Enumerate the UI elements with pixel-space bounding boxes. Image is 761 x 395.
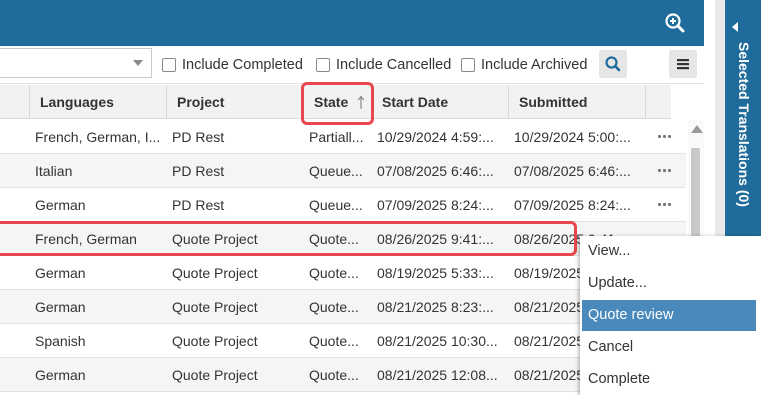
include-cancelled-checkbox[interactable]: Include Cancelled <box>316 57 451 73</box>
menu-item-quote-review[interactable]: Quote review <box>582 300 756 331</box>
header-cell-actions <box>646 85 671 119</box>
menu-item-update[interactable]: Update... <box>582 268 756 299</box>
sort-ascending-icon <box>357 95 365 109</box>
table-row[interactable]: French, German, I... PD Rest Partiall...… <box>0 120 686 154</box>
include-cancelled-label: Include Cancelled <box>336 57 452 73</box>
cell-project: Quote Project <box>172 367 258 383</box>
cell-state: Quote... <box>309 231 359 247</box>
cell-project: Quote Project <box>172 265 258 281</box>
cell-languages: German <box>35 197 86 213</box>
include-completed-checkbox[interactable]: Include Completed <box>162 57 303 73</box>
filter-toolbar: Include Completed Include Cancelled Incl… <box>0 46 704 84</box>
cell-start-date: 08/21/2025 12:08... <box>377 367 498 383</box>
cell-state: Partiall... <box>309 129 364 145</box>
search-icon <box>605 56 621 72</box>
cell-project: Quote Project <box>172 299 258 315</box>
cell-project: PD Rest <box>172 163 225 179</box>
cell-state: Queue... <box>309 163 363 179</box>
cell-start-date: 08/21/2025 8:23:... <box>377 299 494 315</box>
menu-item-complete[interactable]: Complete <box>582 364 756 395</box>
cell-project: Quote Project <box>172 231 258 247</box>
cell-state: Quote... <box>309 333 359 349</box>
cell-state: Queue... <box>309 197 363 213</box>
column-header-state-label: State <box>314 94 349 110</box>
cell-submitted: 07/08/2025 6:46:... <box>514 163 631 179</box>
column-header-start-date[interactable]: Start Date <box>372 85 509 119</box>
menu-item-cancel[interactable]: Cancel <box>582 332 756 363</box>
checkbox-box[interactable] <box>461 58 475 72</box>
cell-submitted: 10/29/2024 5:00:... <box>514 129 631 145</box>
cell-submitted: 07/09/2025 8:24:... <box>514 197 631 213</box>
cell-languages: German <box>35 367 86 383</box>
table-row[interactable]: Italian PD Rest Queue... 07/08/2025 6:46… <box>0 154 686 188</box>
cell-state: Quote... <box>309 367 359 383</box>
filter-dropdown[interactable] <box>0 48 152 78</box>
cell-start-date: 08/26/2025 9:41:... <box>377 231 494 247</box>
cell-languages: Italian <box>35 163 73 179</box>
collapse-left-arrow-icon[interactable] <box>732 22 738 32</box>
chevron-down-icon <box>133 60 143 66</box>
checkbox-box[interactable] <box>162 58 176 72</box>
cell-languages: French, German <box>35 231 137 247</box>
search-button[interactable] <box>599 50 627 78</box>
cell-project: PD Rest <box>172 197 225 213</box>
menu-item-view[interactable]: View... <box>582 236 756 267</box>
hamburger-menu-icon <box>677 59 689 70</box>
column-header-project[interactable]: Project <box>167 85 304 119</box>
table-row[interactable]: German PD Rest Queue... 07/09/2025 8:24:… <box>0 188 686 222</box>
cell-languages: German <box>35 299 86 315</box>
checkbox-box[interactable] <box>316 58 330 72</box>
cell-start-date: 10/29/2024 4:59:... <box>377 129 494 145</box>
top-bar <box>0 0 704 46</box>
cell-project: PD Rest <box>172 129 225 145</box>
cell-state: Quote... <box>309 265 359 281</box>
column-header-submitted[interactable]: Submitted <box>509 85 646 119</box>
cell-languages: German <box>35 265 86 281</box>
row-actions-icon[interactable] <box>658 203 674 207</box>
cell-start-date: 07/09/2025 8:24:... <box>377 197 494 213</box>
row-context-menu: View... Update... Quote review Cancel Co… <box>580 236 761 395</box>
cell-state: Quote... <box>309 299 359 315</box>
include-archived-label: Include Archived <box>481 57 588 73</box>
column-header-languages[interactable]: Languages <box>30 85 167 119</box>
include-completed-label: Include Completed <box>182 57 303 73</box>
side-panel-border <box>715 0 725 236</box>
menu-button[interactable] <box>669 50 697 78</box>
include-archived-checkbox[interactable]: Include Archived <box>461 57 587 73</box>
selected-translations-label: Selected Translations (0) <box>736 42 752 207</box>
row-actions-icon[interactable] <box>658 135 674 139</box>
cell-languages: French, German, I... <box>35 129 161 145</box>
header-cell-first <box>0 85 30 119</box>
cell-project: Quote Project <box>172 333 258 349</box>
cell-start-date: 08/19/2025 5:33:... <box>377 265 494 281</box>
column-header-state[interactable]: State <box>304 85 372 119</box>
cell-languages: Spanish <box>35 333 86 349</box>
row-actions-icon[interactable] <box>658 169 674 173</box>
table-header: Languages Project State Start Date Submi… <box>0 85 671 119</box>
zoom-in-icon[interactable] <box>664 12 686 34</box>
scroll-up-arrow-icon[interactable] <box>691 125 703 133</box>
cell-start-date: 08/21/2025 10:30... <box>377 333 498 349</box>
cell-start-date: 07/08/2025 6:46:... <box>377 163 494 179</box>
